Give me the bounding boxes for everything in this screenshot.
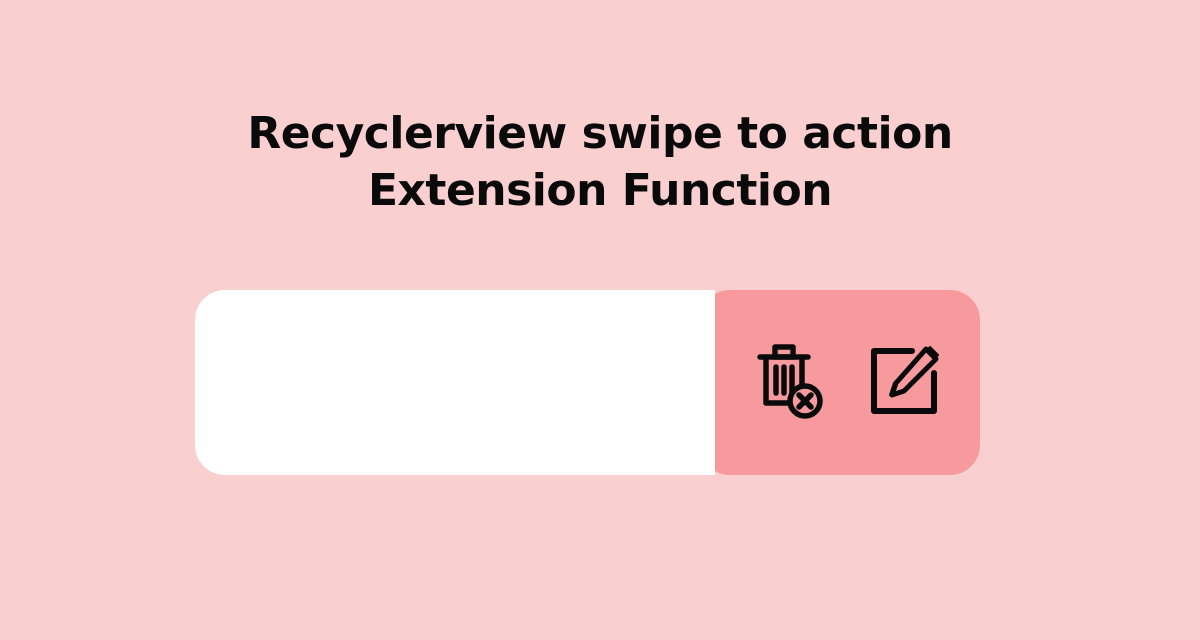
swipe-row — [195, 290, 980, 475]
title-line-1: Recyclerview swipe to action — [0, 105, 1200, 162]
title-line-2: Extension Function — [0, 162, 1200, 219]
edit-button[interactable] — [862, 341, 946, 425]
page-title: Recyclerview swipe to action Extension F… — [0, 0, 1200, 219]
edit-icon — [862, 339, 946, 427]
delete-button[interactable] — [748, 341, 832, 425]
list-item-card[interactable] — [195, 290, 715, 475]
trash-delete-icon — [748, 339, 832, 427]
action-panel — [700, 290, 980, 475]
